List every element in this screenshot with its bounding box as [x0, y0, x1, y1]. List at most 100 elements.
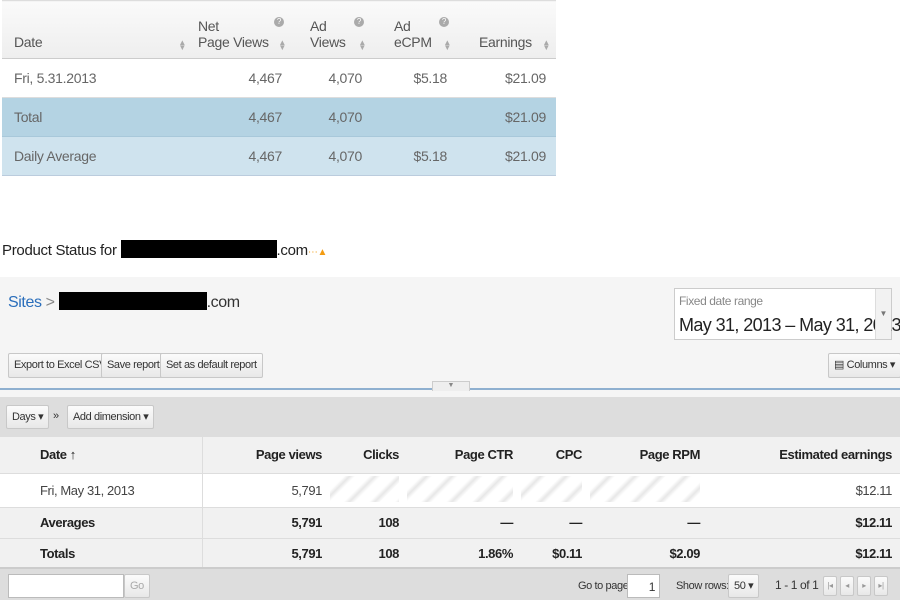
- help-icon[interactable]: ?: [354, 17, 364, 27]
- daily-average-row: Daily Average 4,467 4,070 $5.18 $21.09: [2, 136, 556, 176]
- cell: Daily Average: [2, 136, 192, 176]
- product-status-heading: Product Status for .com⋯▲: [2, 240, 327, 259]
- cell: 5,791: [202, 472, 330, 507]
- add-dimension-label: Add dimension: [73, 411, 141, 423]
- cell: Fri, May 31, 2013: [0, 472, 203, 507]
- cell: [372, 97, 457, 137]
- report-table: Date ↑ Page views Clicks Page CTR CPC Pa…: [0, 437, 900, 569]
- collapse-toggle[interactable]: ▼: [432, 381, 470, 391]
- filter-input[interactable]: [8, 574, 124, 598]
- col-date[interactable]: Date ▲ ▼: [2, 0, 192, 59]
- cell: 4,467: [192, 97, 292, 137]
- cell: $21.09: [457, 58, 556, 98]
- cell: 5,791: [202, 537, 330, 569]
- table-row: Fri, 5.31.2013 4,467 4,070 $5.18 $21.09: [2, 58, 556, 98]
- go-button[interactable]: Go: [124, 574, 150, 598]
- dimension-toolbar: Days ▾ » Add dimension ▾: [0, 397, 900, 437]
- date-range-picker[interactable]: Fixed date range May 31, 2013 – May 31, …: [674, 288, 900, 340]
- col-cpc[interactable]: CPC: [521, 437, 590, 473]
- col-estimated-earnings[interactable]: Estimated earnings: [708, 437, 900, 473]
- show-rows-label: Show rows:: [676, 580, 729, 592]
- cell: $12.11: [708, 506, 900, 538]
- cell: —: [407, 506, 521, 538]
- table-row: Fri, May 31, 2013 5,791 $12.11: [0, 472, 900, 507]
- page-input[interactable]: 1: [627, 574, 660, 598]
- columns-label: Columns: [846, 359, 888, 371]
- redacted-site: [58, 292, 207, 310]
- col-page-views[interactable]: Page views: [202, 437, 330, 473]
- col-clicks[interactable]: Clicks: [330, 437, 407, 473]
- header-label: Ad: [394, 18, 411, 34]
- redacted-domain: [120, 240, 277, 258]
- cell: $21.09: [457, 136, 556, 176]
- cell: 108: [330, 537, 407, 569]
- totals-row: Totals 5,791 108 1.86% $0.11 $2.09 $12.1…: [0, 537, 900, 569]
- save-report-button[interactable]: Save report: [101, 353, 166, 378]
- table-footer: Go Go to page: 1 Show rows: 50 ▾ 1 - 1 o…: [0, 567, 900, 600]
- cell: Averages: [0, 506, 203, 538]
- cell: $5.18: [372, 58, 457, 98]
- heading-text: Product Status for: [2, 242, 117, 259]
- warning-icon: ⋯▲: [307, 247, 328, 258]
- export-csv-button[interactable]: Export to Excel CSV: [8, 353, 113, 378]
- separator: »: [53, 410, 60, 422]
- breadcrumb-separator: >: [45, 294, 55, 311]
- cell: 108: [330, 506, 407, 538]
- cell: 1.86%: [407, 537, 521, 569]
- cell: 4,070: [292, 97, 372, 137]
- set-default-report-button[interactable]: Set as default report: [160, 353, 263, 378]
- cell: 4,467: [192, 58, 292, 98]
- go-to-page-label: Go to page:: [578, 580, 632, 592]
- sort-icon: ▲ ▼: [358, 38, 366, 52]
- days-label: Days: [12, 411, 36, 423]
- cell: Fri, 5.31.2013: [2, 58, 192, 98]
- pagination-range: 1 - 1 of 1: [775, 578, 819, 592]
- cell: $2.09: [590, 537, 708, 569]
- help-icon[interactable]: ?: [274, 17, 284, 27]
- help-icon[interactable]: ?: [439, 17, 449, 27]
- report-header-row: Date ↑ Page views Clicks Page CTR CPC Pa…: [0, 437, 900, 473]
- col-earnings[interactable]: Earnings ▲ ▼: [457, 0, 556, 59]
- col-ad-ecpm[interactable]: Ad eCPM? ▲ ▼: [372, 0, 457, 59]
- chevron-down-icon[interactable]: ▼: [875, 289, 891, 339]
- col-page-rpm[interactable]: Page RPM: [590, 437, 708, 473]
- cell: 4,070: [292, 58, 372, 98]
- header-label: Date: [14, 34, 43, 50]
- summary-header-row: Date ▲ ▼ Net Page Views? ▲ ▼ Ad Views? ▲ ▼ Ad eCP…: [2, 0, 556, 59]
- col-date[interactable]: Date ↑: [0, 437, 203, 473]
- cell: 4,070: [292, 136, 372, 176]
- cell: $12.11: [708, 472, 900, 507]
- cell: $12.11: [708, 537, 900, 569]
- cell: $0.11: [521, 537, 590, 569]
- header-label: Ad: [310, 18, 327, 34]
- days-dropdown[interactable]: Days ▾: [6, 405, 50, 429]
- sort-icon: ▲ ▼: [542, 38, 550, 52]
- cell: —: [590, 506, 708, 538]
- averages-row: Averages 5,791 108 — — — $12.11: [0, 506, 900, 538]
- cell: 4,467: [192, 136, 292, 176]
- blurred-cell: [521, 472, 590, 507]
- cell: Total: [2, 97, 192, 137]
- heading-suffix: .com: [276, 242, 309, 259]
- cell: 5,791: [202, 506, 330, 538]
- header-label: Views: [310, 34, 346, 50]
- col-net-page-views[interactable]: Net Page Views? ▲ ▼: [192, 0, 292, 59]
- col-page-ctr[interactable]: Page CTR: [407, 437, 521, 473]
- columns-icon: ▤: [834, 359, 847, 371]
- next-page-icon[interactable]: ▸: [857, 576, 871, 596]
- last-page-icon[interactable]: ▸|: [874, 576, 888, 596]
- rows-per-page-dropdown[interactable]: 50 ▾: [728, 574, 760, 598]
- sort-icon: ▲ ▼: [178, 38, 186, 52]
- header-label: Net: [198, 18, 219, 34]
- sort-icon: ▲ ▼: [278, 38, 286, 52]
- columns-button[interactable]: ▤ Columns ▾: [828, 353, 900, 378]
- blurred-cell: [330, 472, 407, 507]
- col-ad-views[interactable]: Ad Views? ▲ ▼: [292, 0, 372, 59]
- add-dimension-dropdown[interactable]: Add dimension ▾: [67, 405, 155, 429]
- date-range-value: May 31, 2013 – May 31, 2013: [679, 315, 900, 335]
- breadcrumb-sites-link[interactable]: Sites: [8, 294, 42, 311]
- blurred-cell: [407, 472, 521, 507]
- first-page-icon[interactable]: |◂: [823, 576, 837, 596]
- prev-page-icon[interactable]: ◂: [840, 576, 854, 596]
- sort-icon: ▲ ▼: [443, 38, 451, 52]
